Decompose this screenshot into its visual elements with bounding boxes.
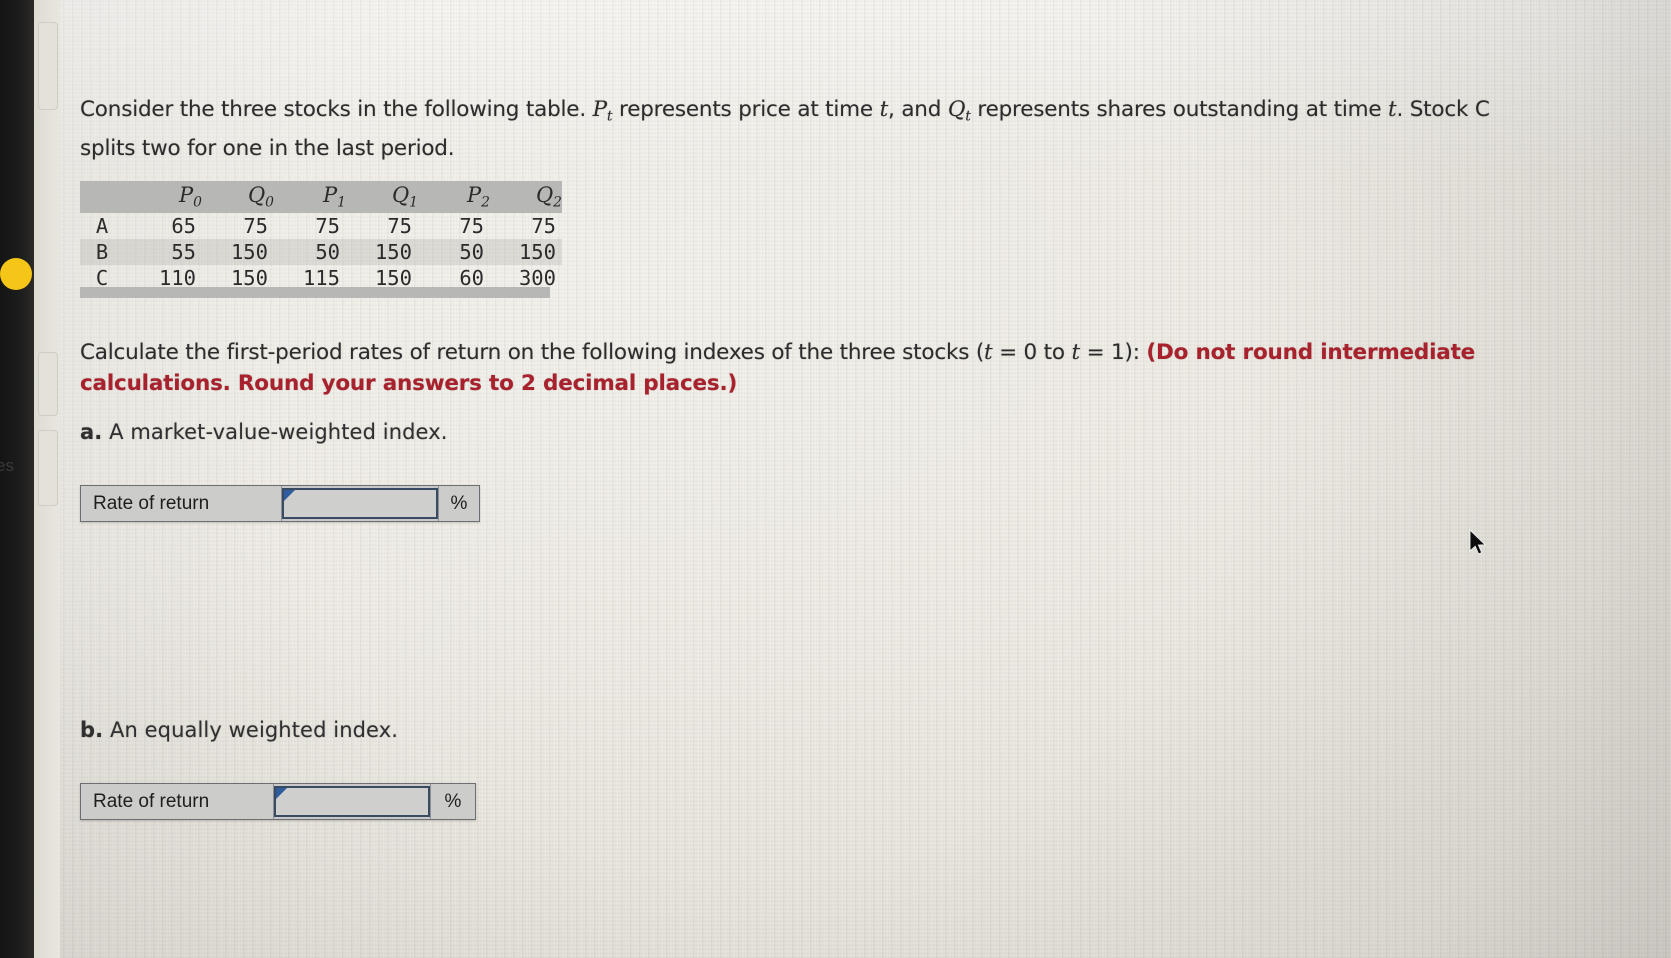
rate-of-return-label-a: Rate of return bbox=[81, 486, 282, 521]
cell-A-P0: 65 bbox=[171, 214, 196, 239]
mouse-cursor-icon bbox=[1469, 529, 1487, 555]
cell-B-P0: 55 bbox=[130, 239, 202, 266]
intro-paragraph: Consider the three stocks in the followi… bbox=[80, 94, 1550, 164]
instruction-eq-b: = 1): bbox=[1079, 340, 1147, 365]
cell-B-Q1: 150 bbox=[346, 239, 418, 266]
cell-A-Q0: 75 bbox=[243, 214, 268, 239]
cell-B-Q2: 150 bbox=[490, 239, 562, 266]
flag-marker-icon bbox=[276, 788, 287, 799]
left-window-chrome bbox=[0, 0, 34, 958]
cell-B-P1: 50 bbox=[274, 239, 346, 266]
cell-A-Q2: 75 bbox=[531, 214, 556, 239]
instruction-lead: Calculate the first-period rates of retu… bbox=[80, 340, 985, 365]
part-a-label: a. A market-value-weighted index. bbox=[80, 420, 448, 444]
intro-text-2: represents price at time bbox=[612, 97, 880, 122]
cell-B-P2: 50 bbox=[418, 239, 490, 266]
header-P1: P1 bbox=[274, 181, 346, 214]
part-b-label: b. An equally weighted index. bbox=[80, 718, 398, 742]
instruction-eq-a: = 0 to bbox=[992, 340, 1072, 365]
cell-A-Q1: 75 bbox=[387, 214, 412, 239]
answer-row-a: Rate of return % bbox=[80, 485, 480, 522]
row-label-A: A bbox=[95, 214, 109, 239]
intro-text-3: , and bbox=[888, 97, 948, 122]
answer-row-b: Rate of return % bbox=[80, 783, 476, 820]
intro-text-1: Consider the three stocks in the followi… bbox=[80, 97, 593, 122]
sidebar-chip-1[interactable] bbox=[38, 22, 58, 110]
cell-A-P2: 75 bbox=[459, 214, 484, 239]
symbol-P: P bbox=[592, 97, 607, 122]
sidebar-chip-2[interactable] bbox=[38, 352, 58, 416]
part-a-letter: a. bbox=[80, 420, 103, 444]
symbol-Q: Q bbox=[947, 97, 966, 122]
header-Q1: Q1 bbox=[346, 181, 418, 214]
document-content: Consider the three stocks in the followi… bbox=[0, 0, 1671, 958]
rate-of-return-input-a[interactable] bbox=[282, 488, 438, 519]
cell-A-P1: 75 bbox=[315, 214, 340, 239]
cell-B-Q0: 150 bbox=[202, 239, 274, 266]
intro-text-4: represents shares outstanding at time bbox=[970, 97, 1389, 122]
flag-marker-icon bbox=[284, 490, 295, 501]
table-row: A 65 75 75 75 75 75 bbox=[80, 213, 562, 239]
symbol-t-1: t bbox=[879, 97, 889, 122]
percent-unit-a: % bbox=[438, 486, 479, 521]
table-row: B 55 150 50 150 50 150 bbox=[80, 239, 562, 266]
part-a-text: A market-value-weighted index. bbox=[102, 420, 448, 444]
rate-of-return-input-b[interactable] bbox=[274, 786, 430, 817]
part-b-text: An equally weighted index. bbox=[103, 718, 399, 742]
table-bottom-rule bbox=[80, 287, 550, 298]
header-P0: P0 bbox=[130, 181, 202, 214]
header-Q0: Q0 bbox=[202, 181, 274, 214]
row-label-B: B bbox=[80, 239, 130, 266]
part-b-letter: b. bbox=[80, 718, 104, 742]
table-header-row: P0 Q0 P1 Q1 P2 Q2 bbox=[80, 181, 562, 214]
percent-unit-b: % bbox=[430, 784, 475, 819]
table-corner-header bbox=[80, 181, 130, 214]
header-P2: P2 bbox=[418, 181, 490, 214]
rate-of-return-label-b: Rate of return bbox=[81, 784, 274, 819]
symbol-t-4: t bbox=[1071, 340, 1080, 365]
stock-data-table: P0 Q0 P1 Q1 P2 Q2 A 65 75 75 75 75 75 B … bbox=[80, 181, 562, 291]
sidebar-highlight-circle[interactable] bbox=[0, 258, 32, 290]
instruction-paragraph: Calculate the first-period rates of retu… bbox=[80, 337, 1500, 399]
sidebar-chip-3[interactable] bbox=[38, 430, 58, 506]
sidebar-tab-text: es bbox=[0, 456, 14, 475]
header-Q2: Q2 bbox=[490, 181, 562, 214]
